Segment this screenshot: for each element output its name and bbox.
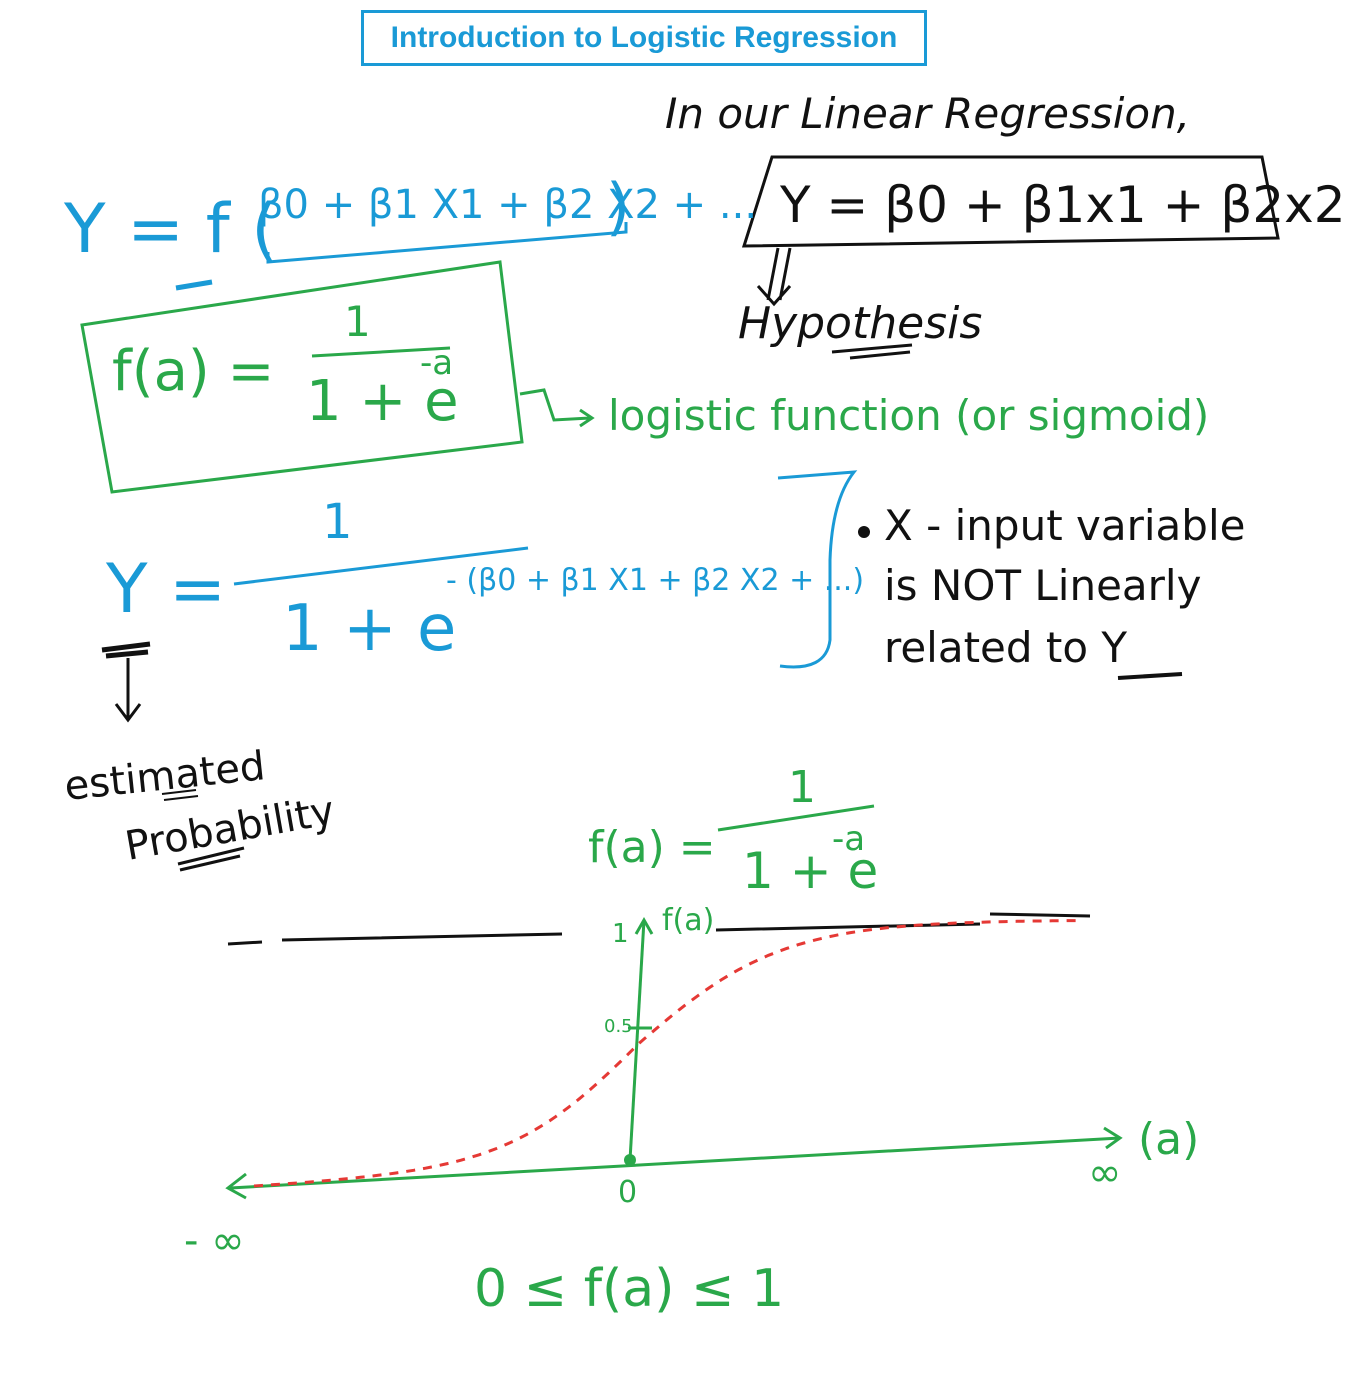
y-underline xyxy=(101,641,151,659)
model-equation-section: Y = f ( β0 + β1 X1 + β2 X2 + ... ) xyxy=(63,170,757,291)
origin-label: 0 xyxy=(618,1175,637,1210)
whiteboard: In our Linear Regression, Y = β0 + β1x1 … xyxy=(62,89,1345,1319)
linear-regression-section: In our Linear Regression, Y = β0 + β1x1 … xyxy=(665,89,1345,360)
note-line-2: is NOT Linearly xyxy=(884,561,1201,610)
combined-numerator: 1 xyxy=(322,494,353,550)
combined-lhs: Y = xyxy=(105,550,226,629)
note-bullet xyxy=(858,526,870,538)
graph-formula-numerator: 1 xyxy=(788,762,816,813)
x-axis-label: (a) xyxy=(1138,1114,1199,1165)
f-underline xyxy=(175,279,213,291)
combined-denominator: 1 + e xyxy=(282,592,456,666)
negative-infinity-label: - ∞ xyxy=(184,1218,244,1264)
linear-regression-heading: In our Linear Regression, xyxy=(665,89,1190,138)
tick-one-label: 1 xyxy=(612,919,629,949)
estimated-arrow xyxy=(114,658,142,723)
graph-formula-lhs: f(a) = xyxy=(588,822,716,873)
note-section: X - input variable is NOT Linearly relat… xyxy=(858,501,1245,680)
note-line-3: related to Y xyxy=(884,623,1127,672)
sigmoid-graph: f(a) = 1 1 + e -a f(a) 1 0.5 0 (a) ∞ - ∞… xyxy=(184,762,1199,1319)
combined-exponent: - (β0 + β1 X1 + β2 X2 + ...) xyxy=(446,563,864,598)
function-label: logistic function (or sigmoid) xyxy=(608,391,1209,440)
y-axis-label: f(a) xyxy=(662,903,714,938)
hypothesis-arrow xyxy=(756,247,792,307)
function-definition-numerator: 1 xyxy=(344,297,371,346)
function-definition-lhs: f(a) = xyxy=(112,339,274,404)
estimated-probability-section: estimated Probability xyxy=(62,641,338,872)
logistic-function-section: f(a) = 1 1 + e -a logistic function (or … xyxy=(80,260,1209,494)
positive-infinity-label: ∞ xyxy=(1088,1150,1121,1196)
upper-asymptote-line xyxy=(227,912,1091,946)
origin-point xyxy=(624,1154,636,1166)
x-axis xyxy=(229,1136,1121,1190)
model-equation-terms: β0 + β1 X1 + β2 X2 + ... xyxy=(258,182,757,228)
linear-terms-bracket xyxy=(266,222,628,264)
note-y-underline xyxy=(1117,672,1183,680)
linear-equation: Y = β0 + β1x1 + β2x2 + · · xyxy=(779,176,1345,234)
function-definition-exponent: -a xyxy=(420,343,453,383)
function-label-arrow xyxy=(519,388,595,428)
model-equation-lhs: Y = f ( xyxy=(63,190,278,269)
note-line-1: X - input variable xyxy=(884,501,1245,550)
graph-formula-exponent: -a xyxy=(832,819,865,859)
combined-equation-section: Y = 1 1 + e - (β0 + β1 X1 + β2 X2 + ...) xyxy=(105,470,864,669)
hypothesis-label: Hypothesis xyxy=(738,298,982,349)
range-statement: 0 ≤ f(a) ≤ 1 xyxy=(474,1259,784,1319)
